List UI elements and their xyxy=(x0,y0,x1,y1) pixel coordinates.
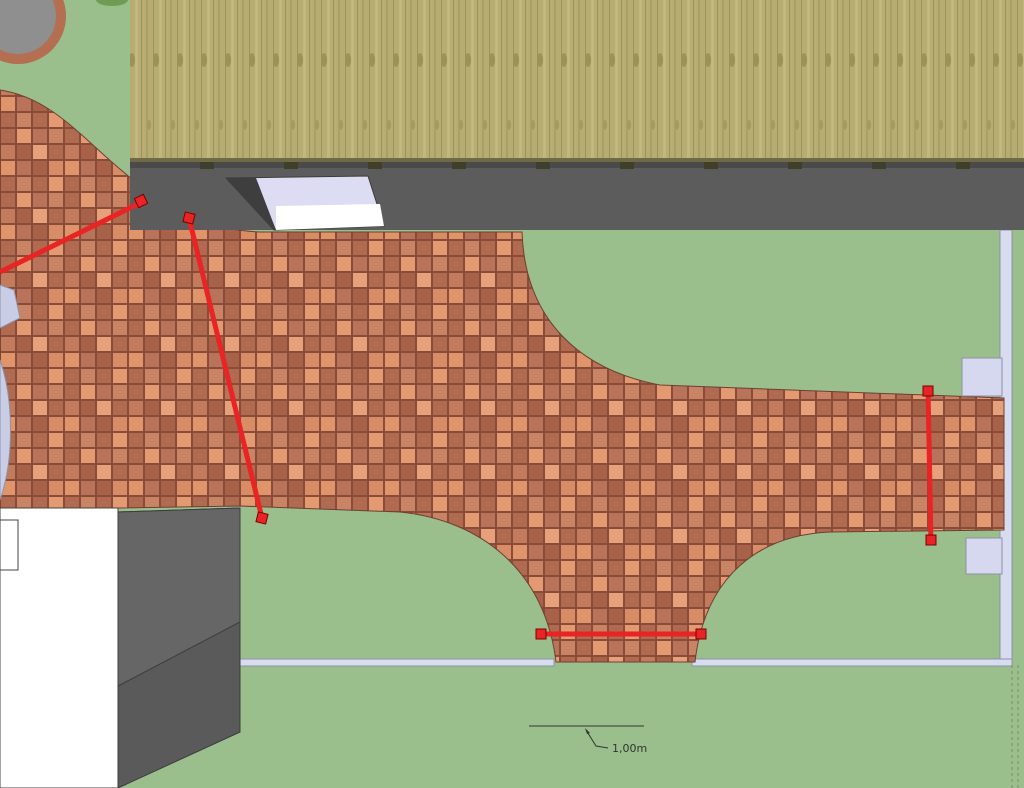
measure-line-bottom-cap-left xyxy=(535,628,547,640)
measure-line-bottom-cap-right xyxy=(695,628,707,640)
scale-bar-label: 1,00m xyxy=(612,742,647,755)
roof-edge xyxy=(130,158,1024,162)
measure-line-diagonal-cap-bottom xyxy=(255,511,269,525)
house-door-step xyxy=(276,204,384,230)
measure-line-right xyxy=(925,387,934,545)
measure-line-right-cap-top xyxy=(922,385,934,397)
curb-stone-1 xyxy=(961,357,1003,397)
curb-stone-2 xyxy=(965,537,1003,575)
site-plan: 1,00m xyxy=(0,0,1024,788)
measure-line-right-cap-bottom xyxy=(925,534,937,546)
house-roof xyxy=(130,0,1024,162)
garden-edge-bottom-right xyxy=(691,658,1013,667)
garden-edge-bottom-left xyxy=(239,658,555,667)
measure-line-diagonal-cap-top xyxy=(182,211,196,225)
